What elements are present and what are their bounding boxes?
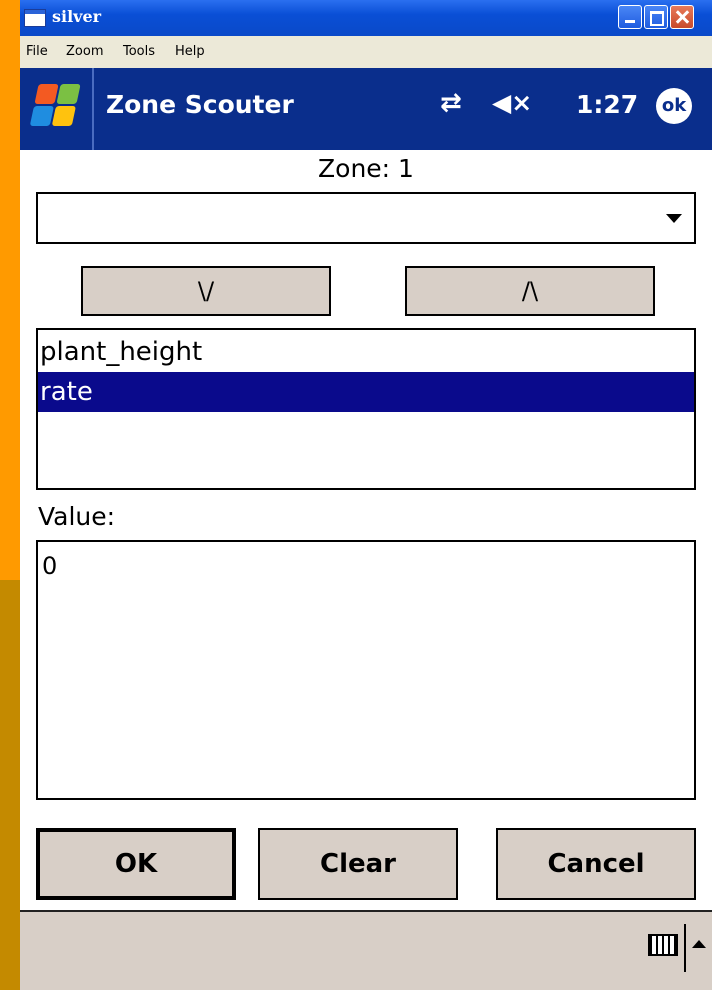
menu-help[interactable]: Help xyxy=(175,44,205,59)
value-label: Value: xyxy=(38,502,116,531)
menu-tools[interactable]: Tools xyxy=(123,44,155,59)
form-panel: Zone: 1 \/ /\ plant_height rate Value: 0… xyxy=(20,150,712,910)
window-icon xyxy=(24,9,46,27)
connection-arrows-icon[interactable]: ⇄ xyxy=(440,88,462,118)
zone-label: Zone: 1 xyxy=(318,154,414,183)
keyboard-icon[interactable] xyxy=(648,934,678,956)
app-navigation-bar: Zone Scouter ⇄ ◀× 1:27 ok xyxy=(20,68,712,150)
app-title: Zone Scouter xyxy=(106,90,294,119)
ok-circle-button[interactable]: ok xyxy=(656,88,692,124)
window-title: silver xyxy=(52,7,102,26)
clear-button[interactable]: Clear xyxy=(258,828,458,900)
menu-zoom[interactable]: Zoom xyxy=(66,44,103,59)
maximize-button[interactable] xyxy=(644,5,668,29)
desktop-left-strip xyxy=(0,0,20,990)
emulator-titlebar: silver xyxy=(20,0,712,36)
cancel-button[interactable]: Cancel xyxy=(496,828,696,900)
close-button[interactable] xyxy=(670,5,694,29)
dropdown-arrow-icon[interactable] xyxy=(666,214,682,223)
zone-dropdown[interactable] xyxy=(36,192,696,244)
softkey-bar xyxy=(20,910,712,990)
clock-time[interactable]: 1:27 xyxy=(576,90,638,119)
input-panel-arrow-icon[interactable] xyxy=(692,940,706,948)
list-item-plant-height[interactable]: plant_height xyxy=(38,332,694,372)
list-item-rate[interactable]: rate xyxy=(38,372,694,412)
volume-muted-icon[interactable]: ◀× xyxy=(492,88,532,117)
windows-flag-icon xyxy=(29,84,82,128)
move-up-button[interactable]: /\ xyxy=(405,266,655,316)
emulator-menubar: File Zoom Tools Help xyxy=(20,36,712,68)
minimize-button[interactable] xyxy=(618,5,642,29)
start-button[interactable] xyxy=(20,68,92,148)
value-textarea[interactable]: 0 xyxy=(36,540,696,800)
attribute-listbox[interactable]: plant_height rate xyxy=(36,328,696,490)
ok-button[interactable]: OK xyxy=(36,828,236,900)
move-down-button[interactable]: \/ xyxy=(81,266,331,316)
menu-file[interactable]: File xyxy=(26,44,48,59)
